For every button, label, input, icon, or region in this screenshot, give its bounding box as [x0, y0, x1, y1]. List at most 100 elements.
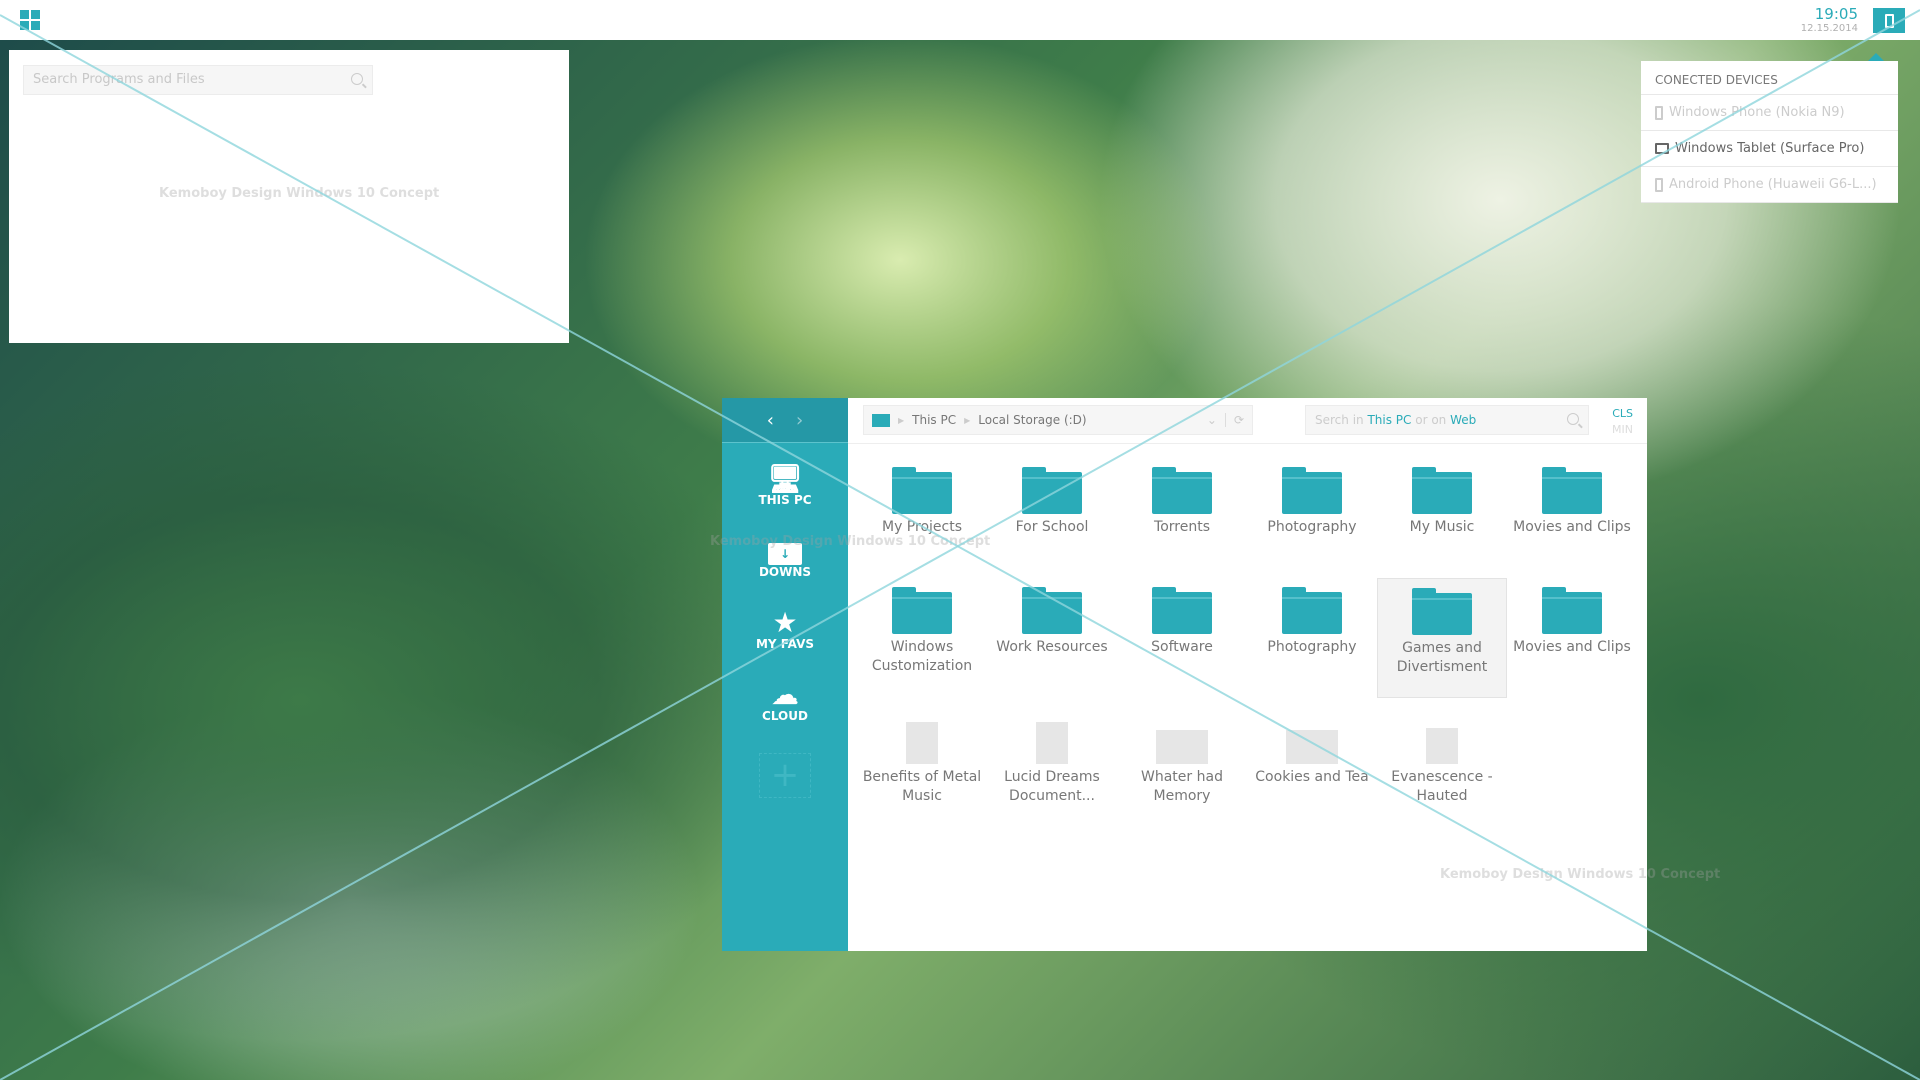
folder-item[interactable]: Software	[1117, 578, 1247, 698]
folder-item-selected[interactable]: Games and Divertisment	[1377, 578, 1507, 698]
start-panel: Search Programs and Files Kemoboy Design…	[9, 50, 569, 343]
watermark: Kemoboy Design Windows 10 Concept	[159, 186, 440, 201]
file-item[interactable]: Cookies and Tea	[1247, 698, 1377, 818]
nav-buttons: ‹ ›	[722, 398, 848, 443]
folder-icon	[892, 467, 952, 514]
phone-icon	[1655, 177, 1663, 192]
folder-icon	[1022, 587, 1082, 634]
device-label: Windows Phone (Nokia N9)	[1669, 105, 1845, 120]
folder-label: My Projects	[881, 519, 962, 535]
clock: 19:05 12.15.2014	[1801, 5, 1858, 34]
search-mid: or on	[1415, 413, 1447, 427]
file-label: Cookies and Tea	[1255, 769, 1369, 785]
device-label: Android Phone (Huaweii G6-L...)	[1669, 177, 1877, 192]
file-label: Benefits of Metal Music	[862, 769, 982, 804]
search-programs-input[interactable]: Search Programs and Files	[23, 65, 373, 95]
sidebar-label: CLOUD	[762, 709, 808, 723]
search-prefix: Serch in	[1315, 413, 1364, 427]
folder-icon	[1542, 587, 1602, 634]
sidebar: ‹ › 🖥 THIS PC ↓ DOWNS ★ MY FAVS ☁ CLOUD +	[722, 398, 848, 951]
folder-item[interactable]: My Music	[1377, 458, 1507, 578]
folder-label: Movies and Clips	[1513, 639, 1631, 655]
folder-item[interactable]: Movies and Clips	[1507, 578, 1637, 698]
scope-web[interactable]: Web	[1450, 413, 1476, 427]
folder-icon	[1412, 467, 1472, 514]
folder-item[interactable]: Torrents	[1117, 458, 1247, 578]
minimize-button[interactable]: MIN	[1612, 422, 1633, 438]
watermark: Kemoboy Design Windows 10 Concept	[710, 534, 991, 549]
phone-icon	[1884, 13, 1894, 28]
search-icon[interactable]	[351, 73, 363, 85]
folder-label: Games and Divertisment	[1396, 640, 1488, 675]
search-input[interactable]: Serch in This PC or on Web	[1305, 405, 1589, 435]
address-bar[interactable]: ▶ This PC ▶ Local Storage (:D) ⌄ ⟳	[863, 405, 1253, 435]
window-controls: CLS MIN	[1612, 406, 1633, 438]
tablet-icon	[1655, 143, 1669, 154]
windows-logo-icon[interactable]	[20, 10, 40, 30]
document-icon	[1036, 722, 1068, 764]
back-icon[interactable]: ‹	[767, 410, 774, 431]
audio-icon	[1426, 728, 1458, 764]
cloud-icon: ☁	[771, 678, 799, 711]
refresh-icon[interactable]: ⟳	[1224, 413, 1244, 427]
sidebar-item-my-favs[interactable]: ★ MY FAVS	[722, 609, 848, 659]
folder-item[interactable]: My Projects	[857, 458, 987, 578]
close-button[interactable]: CLS	[1612, 406, 1633, 422]
sidebar-label: MY FAVS	[755, 637, 815, 651]
device-item[interactable]: Windows Tablet (Surface Pro)	[1641, 131, 1898, 167]
folder-label: Windows Customization	[871, 639, 973, 674]
scope-this-pc[interactable]: This PC	[1367, 413, 1411, 427]
file-explorer-window: ‹ › 🖥 THIS PC ↓ DOWNS ★ MY FAVS ☁ CLOUD + ▶ T…	[710, 398, 1720, 951]
file-item[interactable]: Evanescence - Hauted	[1377, 698, 1507, 818]
folder-label: Work Resources	[996, 639, 1108, 655]
date: 12.15.2014	[1800, 23, 1858, 34]
folder-item[interactable]: Work Resources	[987, 578, 1117, 698]
add-location-button[interactable]: +	[759, 753, 811, 798]
file-item[interactable]: Benefits of Metal Music	[857, 698, 987, 818]
folder-item[interactable]: Windows Customization	[857, 578, 987, 698]
folder-icon	[892, 587, 952, 634]
devices-button[interactable]	[1873, 8, 1905, 33]
folder-icon	[1152, 587, 1212, 634]
image-icon	[1286, 730, 1338, 764]
breadcrumb-item[interactable]: This PC	[912, 413, 956, 427]
folder-label: Software	[1151, 639, 1213, 655]
forward-icon[interactable]: ›	[796, 410, 803, 431]
time: 19:05	[1814, 5, 1858, 23]
folder-icon	[1282, 467, 1342, 514]
computer-icon	[872, 413, 890, 427]
folder-item[interactable]: Photography	[1247, 458, 1377, 578]
folder-label: My Music	[1409, 519, 1475, 535]
file-label: Lucid Dreams Document...	[1004, 769, 1100, 804]
sidebar-label: THIS PC	[758, 493, 812, 507]
device-label: Windows Tablet (Surface Pro)	[1675, 141, 1865, 156]
folder-item[interactable]: Photography	[1247, 578, 1377, 698]
folder-label: Movies and Clips	[1513, 519, 1631, 535]
search-icon[interactable]	[1567, 413, 1579, 425]
folder-item[interactable]: For School	[987, 458, 1117, 578]
folder-item[interactable]: Movies and Clips	[1507, 458, 1637, 578]
video-icon	[1156, 730, 1208, 764]
folder-icon	[1412, 588, 1472, 635]
devices-title: CONECTED DEVICES	[1641, 61, 1898, 95]
connected-devices-panel: CONECTED DEVICES Windows Phone (Nokia N9…	[1641, 53, 1898, 203]
folder-icon	[1282, 587, 1342, 634]
sidebar-label: DOWNS	[758, 565, 812, 579]
device-item[interactable]: Windows Phone (Nokia N9)	[1641, 95, 1898, 131]
divider	[848, 443, 1647, 444]
device-item[interactable]: Android Phone (Huaweii G6-L...)	[1641, 167, 1898, 203]
document-icon	[906, 722, 938, 764]
folder-icon	[1152, 467, 1212, 514]
sidebar-item-this-pc[interactable]: 🖥 THIS PC	[722, 465, 848, 515]
file-label: Whater had Memory	[1141, 769, 1223, 804]
file-item[interactable]: Whater had Memory	[1117, 698, 1247, 818]
chevron-down-icon[interactable]: ⌄	[1207, 413, 1217, 427]
watermark: Kemoboy Design Windows 10 Concept	[1440, 867, 1721, 882]
folder-icon	[1542, 467, 1602, 514]
folder-label: Photography	[1267, 519, 1357, 535]
sidebar-item-cloud[interactable]: ☁ CLOUD	[722, 681, 848, 731]
search-placeholder: Search Programs and Files	[33, 72, 205, 87]
file-item[interactable]: Lucid Dreams Document...	[987, 698, 1117, 818]
breadcrumb-item[interactable]: Local Storage (:D)	[978, 413, 1086, 427]
folder-icon	[1022, 467, 1082, 514]
